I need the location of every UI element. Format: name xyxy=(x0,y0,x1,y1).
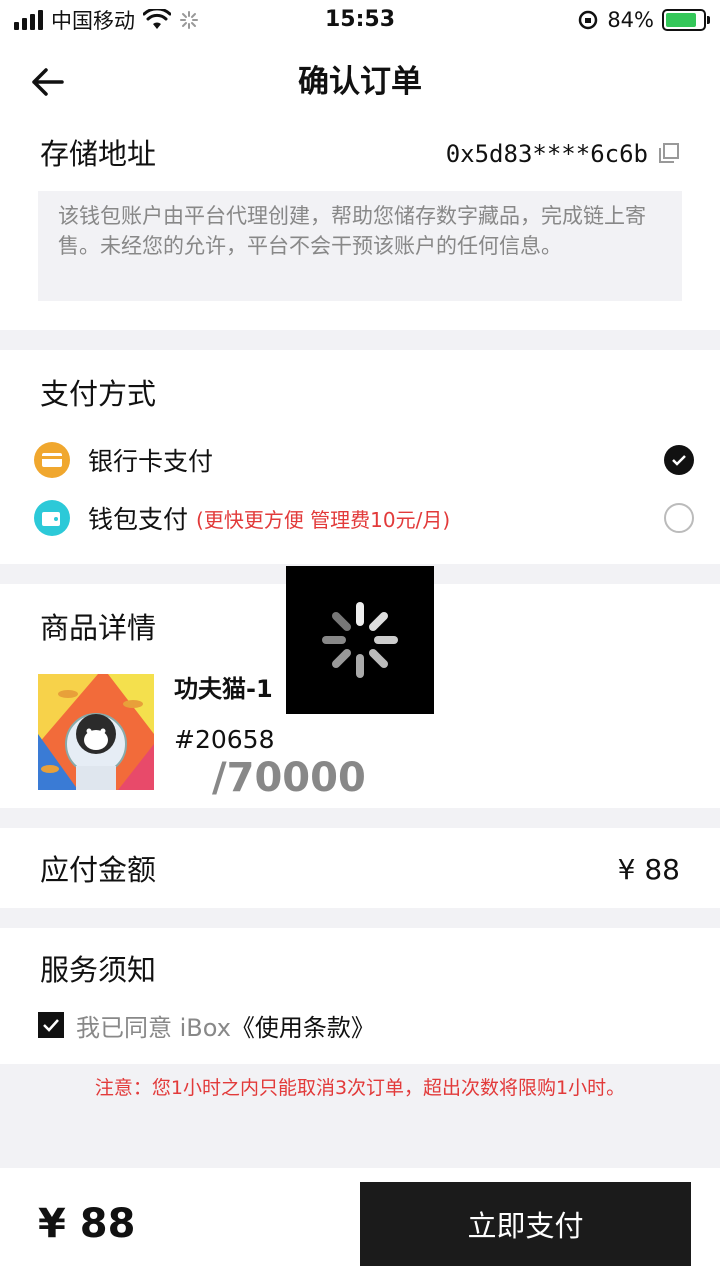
payment-option-bank-card[interactable]: 银行卡支付 xyxy=(34,438,694,482)
payment-option-label: 钱包支付 xyxy=(88,505,189,534)
orientation-lock-icon xyxy=(579,10,598,30)
agreement-text: 我已同意 iBox xyxy=(76,1013,231,1042)
checked-radio-icon[interactable] xyxy=(664,445,694,475)
loading-spinner-icon xyxy=(322,602,398,678)
bank-card-icon xyxy=(34,442,70,478)
wallet-address-label: 存储地址 xyxy=(40,137,157,171)
service-notice-card: 服务须知 我已同意 iBox 《使用条款》 xyxy=(0,928,720,1064)
wallet-fee-hint: (更快更方便 管理费10元/月) xyxy=(196,507,451,532)
loading-overlay xyxy=(286,566,434,714)
serial-total: /70000 xyxy=(212,755,366,801)
amount-label: 应付金额 xyxy=(40,853,157,887)
wallet-address-value: 0x5d83****6c6b xyxy=(445,140,648,168)
battery-percent: 84% xyxy=(607,8,654,32)
service-section-title: 服务须知 xyxy=(40,953,157,987)
unchecked-radio-icon[interactable] xyxy=(664,503,694,533)
product-thumbnail xyxy=(38,674,154,790)
serial-number: #20658 xyxy=(174,725,275,754)
payment-option-wallet[interactable]: 钱包支付 (更快更方便 管理费10元/月) xyxy=(34,496,694,540)
battery-fill xyxy=(666,13,697,27)
agreement-row[interactable]: 我已同意 iBox 《使用条款》 xyxy=(38,1008,375,1042)
pay-now-button[interactable]: 立即支付 xyxy=(360,1182,691,1266)
payment-method-card: 支付方式 银行卡支付 钱包支付 (更快更方便 管理费10元/月) xyxy=(0,350,720,564)
wallet-address-card: 存储地址 0x5d83****6c6b 该钱包账户由平台代理创建，帮助您储存数字… xyxy=(0,124,720,330)
status-bar: 中国移动 15:53 84% xyxy=(0,0,720,40)
terms-link[interactable]: 《使用条款》 xyxy=(231,1008,375,1043)
payment-section-title: 支付方式 xyxy=(40,377,157,411)
amount-card: 应付金额 ¥ 88 xyxy=(0,828,720,908)
battery-icon xyxy=(662,9,710,31)
copy-icon[interactable] xyxy=(658,142,680,164)
payment-option-label: 银行卡支付 xyxy=(88,447,214,476)
notice-text: 注意：您1小时之内只能取消3次订单，超出次数将限购1小时。 xyxy=(94,1077,626,1099)
total-price: ¥ 88 xyxy=(38,1201,136,1247)
product-section-title: 商品详情 xyxy=(40,611,157,645)
nav-bar: 确认订单 xyxy=(0,40,720,124)
cancel-limit-notice: 注意：您1小时之内只能取消3次订单，超出次数将限购1小时。 xyxy=(0,1064,720,1168)
product-name: 功夫猫-1 xyxy=(174,675,273,703)
amount-value: ¥ 88 xyxy=(617,853,680,886)
status-right: 84% xyxy=(577,6,710,34)
page-title: 确认订单 xyxy=(298,64,422,100)
bottom-bar: ¥ 88 立即支付 xyxy=(0,1168,720,1280)
wallet-note: 该钱包账户由平台代理创建，帮助您储存数字藏品，完成链上寄售。未经您的允许，平台不… xyxy=(38,191,682,301)
wallet-icon xyxy=(34,500,70,536)
agreement-checkbox[interactable] xyxy=(38,1012,64,1038)
product-serial: #20658/70000 xyxy=(174,722,366,801)
